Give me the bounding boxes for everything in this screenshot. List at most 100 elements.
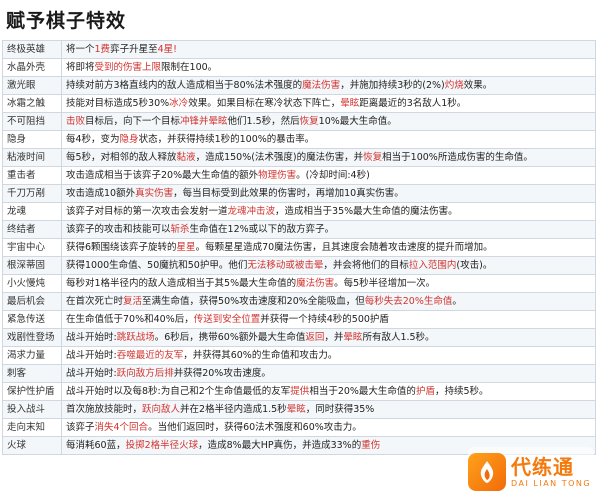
effect-description: 战斗开始时:跃向敌方后排并获得20%攻击速度。 — [61, 364, 596, 383]
description-text: 并获得一个持续4秒的500护盾 — [260, 314, 389, 325]
table-row: 激光眼 持续对前方3格直线内的敌人造成相当于80%法术强度的魔法伤害，并施加持续3… — [2, 76, 596, 95]
description-text: 。 — [452, 296, 462, 307]
highlight-text: 晕眩 — [343, 332, 363, 343]
description-text: 相当于100%所造成伤害的生命值。 — [382, 152, 533, 163]
effect-name: 火球 — [2, 436, 62, 455]
description-text: 战斗开始时以及每8秒:为自己和2个生命值最低的友军 — [66, 386, 291, 397]
highlight-text: 龙魂冲击波 — [227, 206, 276, 217]
effect-description: 每秒对1格半径内的敌人造成相当于其5%最大生命值的魔法伤害。每5秒半径增加一次。 — [61, 274, 596, 293]
highlight-text: 1费 — [94, 44, 111, 55]
description-text: 技能对目标造成5秒30% — [66, 98, 170, 109]
highlight-text: 真实伤害 — [135, 188, 174, 199]
table-row: 千刀万剐 攻击造成10额外真实伤害，每当目标受到此效果的伤害时，再增加10真实伤害… — [2, 184, 596, 203]
description-text: 效果。如果目标在寒冷状态下阵亡， — [188, 98, 341, 109]
highlight-text: 冲锋并晕眩 — [180, 116, 228, 127]
description-text: 弈子升星至 — [110, 44, 158, 55]
effect-name: 水晶外壳 — [2, 58, 62, 77]
table-row: 小火慢炖 每秒对1格半径内的敌人造成相当于其5%最大生命值的魔法伤害。每5秒半径增… — [2, 274, 596, 293]
description-text: 每4秒，变为 — [66, 134, 120, 145]
effect-description: 战斗开始时:跳跃战场。6秒后，携带60%额外最大生命值返回，并晕眩所有敌人1.5… — [61, 328, 596, 347]
table-row: 冰霜之触 技能对目标造成5秒30%冰冷效果。如果目标在寒冷状态下阵亡，晕眩距离最近… — [2, 94, 596, 113]
description-text: ，并 — [324, 332, 344, 343]
effect-description: 攻击造成10额外真实伤害，每当目标受到此效果的伤害时，再增加10真实伤害。 — [61, 184, 596, 203]
effect-name: 小火慢炖 — [2, 274, 62, 293]
effect-description: 击败目标后，向下一个目标冲锋并晕眩他们1.5秒，然后恢复10%最大生命值。 — [61, 112, 596, 131]
highlight-text: 灼烧 — [444, 80, 464, 91]
effect-name: 千刀万剐 — [2, 184, 62, 203]
highlight-text: 无法移动或被击晕 — [247, 260, 324, 271]
description-text: 。每颗星星造成70魔法伤害，且其速度会随着攻击速度的提升而增加。 — [195, 242, 493, 253]
effect-description: 战斗开始时:吞噬最近的友军，并获得其60%的生命值和攻击力。 — [61, 346, 596, 365]
table-row: 终结者 该弈子的攻击和技能可以斩杀生命值在12%或以下的敌方弈子。 — [2, 220, 596, 239]
description-text: ，持续5秒。 — [434, 386, 489, 397]
effect-description: 攻击造成相当于该弈子20%最大生命值的额外物理伤害。(冷却时间:4秒) — [61, 166, 596, 185]
effect-name: 终极英雄 — [2, 40, 62, 59]
page-title: 赋予棋子特效 — [6, 10, 127, 32]
flame-logo-icon — [468, 453, 506, 491]
table-row: 投入战斗 首次施放技能时，跃向敌人并在2格半径内造成1.5秒晕眩，同时获得35% — [2, 400, 596, 419]
effect-description: 首次施放技能时，跃向敌人并在2格半径内造成1.5秒晕眩，同时获得35% — [61, 400, 596, 419]
table-row: 终极英雄 将一个1费弈子升星至4星! — [2, 40, 596, 59]
effect-description: 该弈子的攻击和技能可以斩杀生命值在12%或以下的敌方弈子。 — [61, 220, 596, 239]
highlight-text: 4星! — [157, 44, 177, 55]
description-text: ，造成相当于35%最大生命值的魔法伤害。 — [275, 206, 458, 217]
effect-name: 投入战斗 — [2, 400, 62, 419]
highlight-text: 晕眩 — [340, 98, 360, 109]
effect-description: 每5秒，对相邻的敌人释放黏液，造成150%(法术强度)的魔法伤害，并恢复相当于1… — [61, 148, 596, 167]
description-text: 在首次死亡时 — [66, 296, 124, 307]
logo-wordmark: 代练通 — [511, 455, 574, 479]
description-text: 至满生命值，获得50%攻击速度和20%全能吸血，但 — [142, 296, 365, 307]
description-text: 攻击造成相当于该弈子20%最大生命值的额外 — [66, 170, 259, 181]
highlight-text: 拉入范围内 — [408, 260, 457, 271]
table-row: 戏剧性登场 战斗开始时:跳跃战场。6秒后，携带60%额外最大生命值返回，并晕眩所有… — [2, 328, 596, 347]
effect-description: 将一个1费弈子升星至4星! — [61, 40, 596, 59]
highlight-text: 受到的伤害上限 — [94, 62, 162, 73]
highlight-text: 星星 — [176, 242, 196, 253]
effect-name: 保护性护盾 — [2, 382, 62, 401]
highlight-text: 护盾 — [415, 386, 435, 397]
description-text: 战斗开始时: — [66, 350, 117, 361]
description-text: ，并获得其60%的生命值和攻击力。 — [183, 350, 338, 361]
description-text: 战斗开始时: — [66, 332, 117, 343]
highlight-text: 魔法伤害 — [302, 80, 341, 91]
highlight-text: 恢复 — [299, 116, 319, 127]
table-row: 紧急传送 在生命值低于70%和40%后，传送到安全位置并获得一个持续4秒的500护… — [2, 310, 596, 329]
description-text: 战斗开始时: — [66, 368, 117, 379]
description-text: 将即将 — [66, 62, 95, 73]
description-text: 首次施放技能时， — [66, 404, 143, 415]
effect-description: 在首次死亡时复活至满生命值，获得50%攻击速度和20%全能吸血，但每秒失去20%… — [61, 292, 596, 311]
description-text: 攻击造成10额外 — [66, 188, 136, 199]
description-text: 该弈子的攻击和技能可以 — [66, 224, 171, 235]
description-text: 并获得20%攻击速度。 — [173, 368, 271, 379]
description-text: ，同时获得35% — [305, 404, 375, 415]
highlight-text: 跳跃战场 — [116, 332, 155, 343]
table-row: 保护性护盾 战斗开始时以及每8秒:为自己和2个生命值最低的友军提供相当于20%最大… — [2, 382, 596, 401]
table-row: 渴求力量 战斗开始时:吞噬最近的友军，并获得其60%的生命值和攻击力。 — [2, 346, 596, 365]
watermark-logo: 代练通 DAI LIAN TONG — [468, 447, 594, 497]
description-text: 限制在100。 — [161, 62, 218, 73]
effect-description: 每4秒，变为隐身状态，并获得持续1秒的100%的暴击率。 — [61, 130, 596, 149]
highlight-text: 跃向敌方后排 — [116, 368, 174, 379]
effect-description: 持续对前方3格直线内的敌人造成相当于80%法术强度的魔法伤害，并施加持续3秒的(… — [61, 76, 596, 95]
effect-description: 将即将受到的伤害上限限制在100。 — [61, 58, 596, 77]
effect-name: 粘液时间 — [2, 148, 62, 167]
highlight-text: 冰冷 — [169, 98, 189, 109]
description-text: 将一个 — [66, 44, 95, 55]
description-text: 每消耗60蓝， — [66, 440, 126, 451]
description-text: 。当他们返回时，获得60法术强度和60%攻击力。 — [148, 422, 362, 433]
highlight-text: 物理伤害 — [258, 170, 297, 181]
description-text: 。每5秒半径增加一次。 — [334, 278, 436, 289]
highlight-text: 投掷2格半径火球 — [125, 440, 199, 451]
highlight-text: 消失4个回合 — [94, 422, 149, 433]
table-row: 重击者 攻击造成相当于该弈子20%最大生命值的额外物理伤害。(冷却时间:4秒) — [2, 166, 596, 185]
highlight-text: 吞噬最近的友军 — [116, 350, 184, 361]
table-row: 粘液时间 每5秒，对相邻的敌人释放黏液，造成150%(法术强度)的魔法伤害，并恢复… — [2, 148, 596, 167]
table-row: 不可阻挡 击败目标后，向下一个目标冲锋并晕眩他们1.5秒，然后恢复10%最大生命值… — [2, 112, 596, 131]
highlight-text: 复活 — [123, 296, 143, 307]
effect-description: 在生命值低于70%和40%后，传送到安全位置并获得一个持续4秒的500护盾 — [61, 310, 596, 329]
highlight-text: 恢复 — [363, 152, 383, 163]
effect-description: 战斗开始时以及每8秒:为自己和2个生命值最低的友军提供相当于20%最大生命值的护… — [61, 382, 596, 401]
effect-name: 宇宙中心 — [2, 238, 62, 257]
highlight-text: 跃向敌人 — [142, 404, 181, 415]
effect-name: 刺客 — [2, 364, 62, 383]
